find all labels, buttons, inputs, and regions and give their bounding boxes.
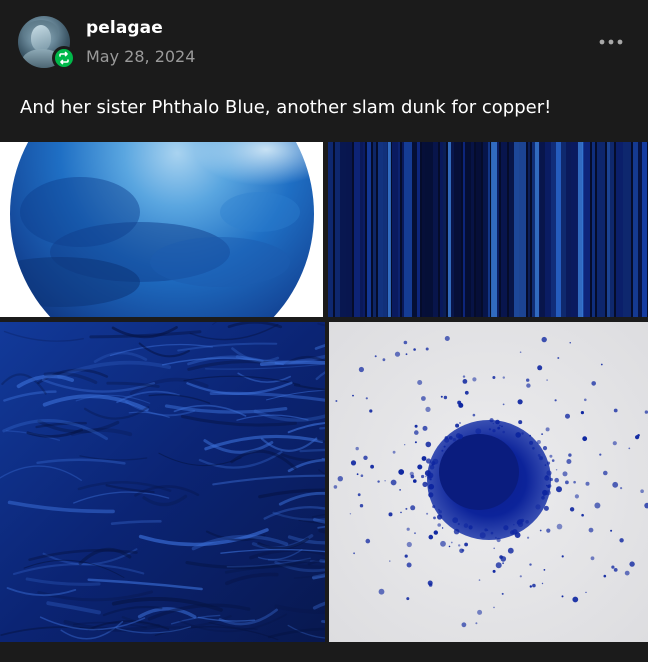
post-date[interactable]: May 28, 2024 — [86, 47, 195, 66]
more-options-button[interactable] — [596, 30, 626, 54]
avatar[interactable] — [18, 16, 76, 70]
phthalo-blue-pigment-powder-image[interactable] — [329, 322, 648, 642]
phthalo-blue-vertical-streaks-image[interactable] — [328, 142, 648, 317]
phthalo-blue-brush-strokes-image[interactable] — [0, 322, 325, 642]
more-options-icon — [599, 39, 623, 45]
post-caption: And her sister Phthalo Blue, another sla… — [20, 97, 552, 118]
post-footer — [0, 643, 648, 662]
reblog-icon — [52, 46, 76, 70]
phthalo-blue-watercolor-circle-image[interactable] — [0, 142, 323, 317]
post-author[interactable]: pelagae — [86, 18, 163, 38]
post-card: pelagae May 28, 2024 And her sister Phth… — [0, 0, 648, 662]
